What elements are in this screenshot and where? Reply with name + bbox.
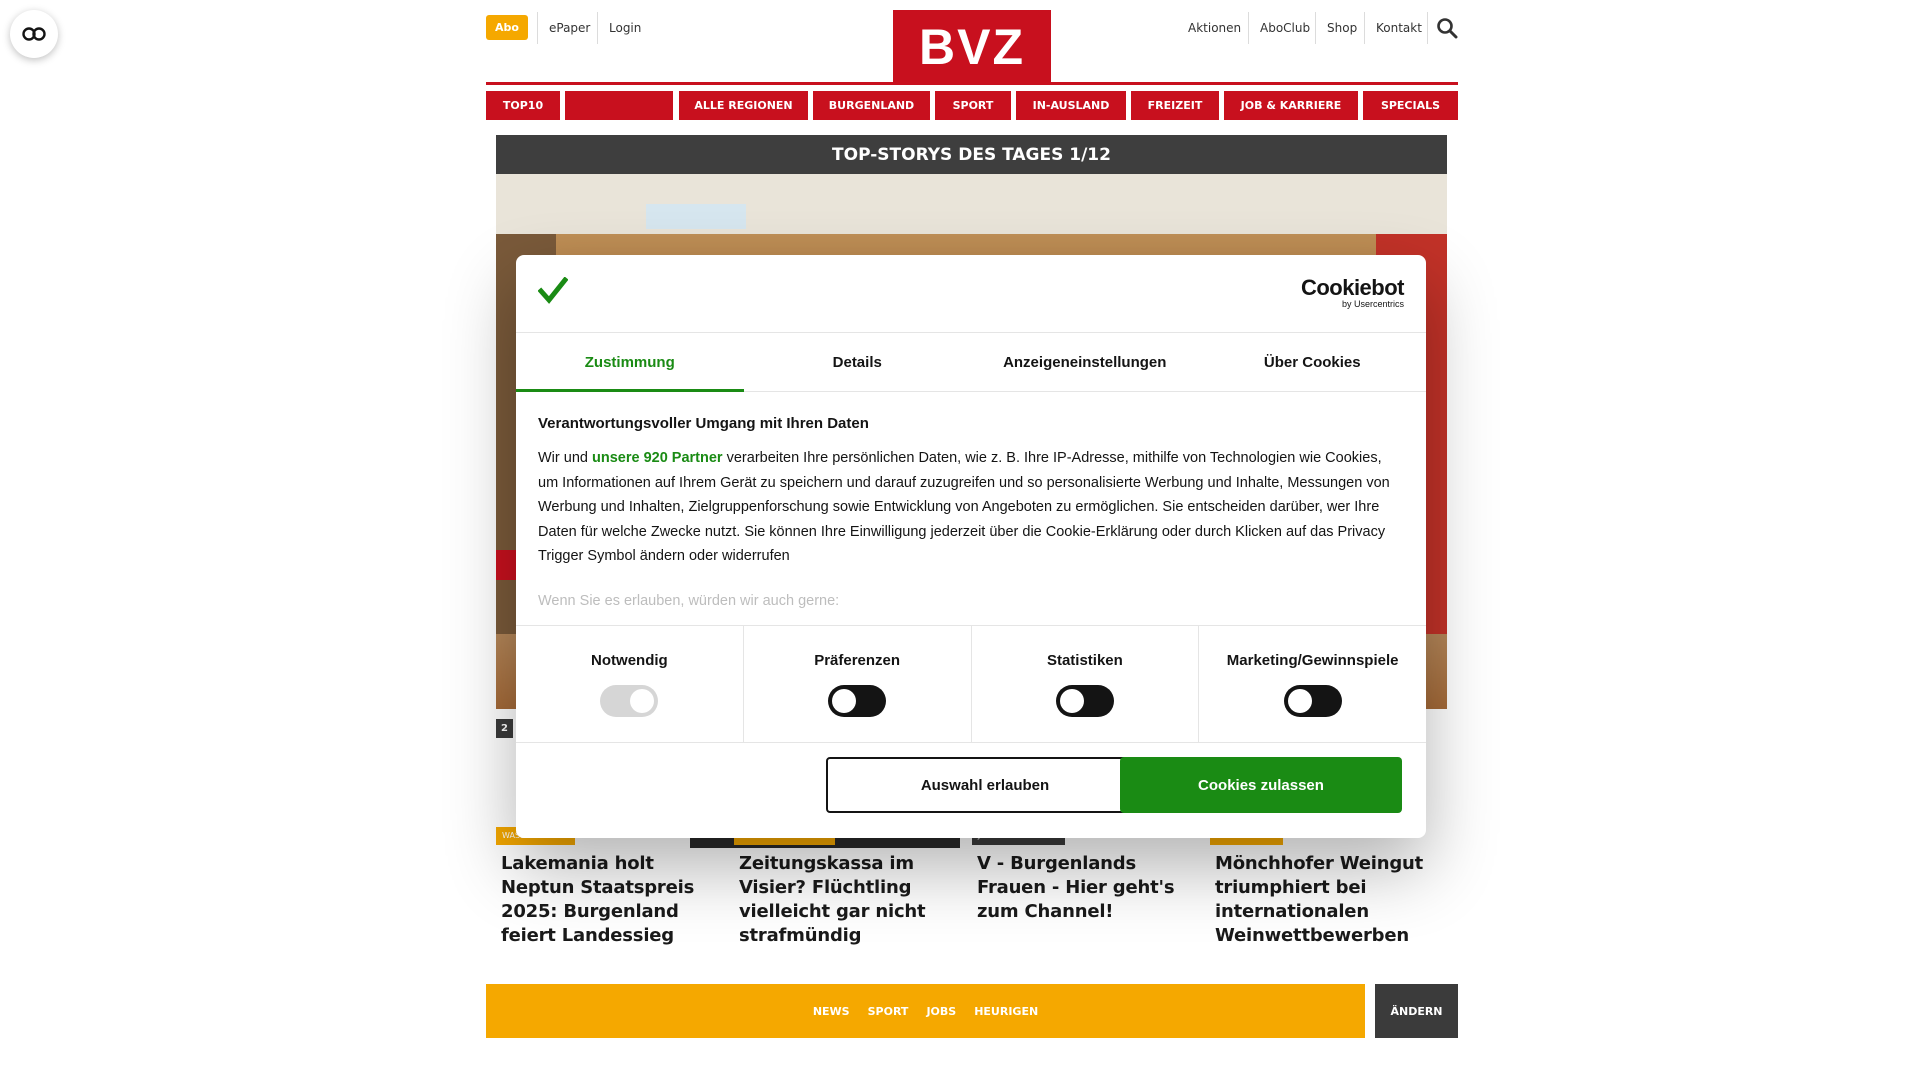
search-icon[interactable]	[1436, 17, 1458, 43]
header-separator	[1248, 12, 1249, 44]
cookie-consent-dialog: Cookiebot by Usercentrics Zustimmung Det…	[516, 255, 1426, 838]
teaser-title[interactable]: Lakemania holt Neptun Staatspreis 2025: …	[501, 852, 726, 948]
bvz-logo[interactable]: BVZ	[893, 10, 1051, 84]
login-link[interactable]: Login	[599, 12, 651, 44]
category-notwendig: Notwendig	[516, 626, 744, 742]
header-rule	[486, 82, 1458, 85]
region-link-news[interactable]: NEWS	[813, 1005, 850, 1018]
epaper-link[interactable]: ePaper	[539, 12, 600, 44]
consent-faded-text: Wenn Sie es erlauben, würden wir auch ge…	[538, 592, 840, 609]
nav-alle-regionen[interactable]: ALLE REGIONEN	[679, 91, 808, 120]
allow-selection-button[interactable]: Auswahl erlauben	[826, 757, 1144, 813]
category-praeferenzen: Präferenzen	[744, 626, 972, 742]
header-separator	[1315, 12, 1316, 44]
category-label: Notwendig	[591, 652, 668, 669]
consent-title: Verantwortungsvoller Umgang mit Ihren Da…	[538, 415, 869, 432]
aktionen-link[interactable]: Aktionen	[1178, 12, 1251, 44]
category-label: Präferenzen	[814, 652, 901, 669]
privacy-trigger-icon	[22, 27, 46, 41]
nav-sport[interactable]: SPORT	[935, 91, 1011, 120]
tab-details[interactable]: Details	[744, 333, 972, 391]
statistiken-toggle[interactable]	[1055, 685, 1114, 717]
praeferenzen-toggle[interactable]	[828, 685, 887, 717]
teaser-title[interactable]: Zeitungskassa im Visier? Flüchtling viel…	[739, 852, 964, 948]
nav-job-karriere[interactable]: JOB & KARRIERE	[1224, 91, 1358, 120]
header-separator	[537, 12, 538, 44]
consent-categories: Notwendig Präferenzen Statistiken Market…	[516, 625, 1426, 743]
region-link-sport[interactable]: SPORT	[868, 1005, 909, 1018]
category-marketing: Marketing/Gewinnspiele	[1199, 626, 1426, 742]
marketing-toggle[interactable]	[1283, 685, 1342, 717]
region-link-heurigen[interactable]: HEURIGEN	[974, 1005, 1038, 1018]
category-label: Marketing/Gewinnspiele	[1226, 652, 1399, 669]
cookiebot-logo[interactable]: Cookiebot by Usercentrics	[1300, 275, 1405, 310]
category-label: Statistiken	[1046, 652, 1123, 669]
privacy-trigger-button[interactable]	[10, 10, 58, 58]
kontakt-link[interactable]: Kontakt	[1366, 12, 1432, 44]
allow-all-cookies-button[interactable]: Cookies zulassen	[1120, 757, 1402, 813]
nav-empty-slot[interactable]	[565, 91, 673, 120]
tab-zustimmung[interactable]: Zustimmung	[516, 333, 744, 392]
header-separator	[1364, 12, 1365, 44]
consent-tabs: Zustimmung Details Anzeigeneinstellungen…	[516, 333, 1426, 392]
checkmark-icon	[537, 276, 569, 310]
cookiebot-brand-sub: by Usercentrics	[1341, 299, 1404, 309]
aboclub-link[interactable]: AboClub	[1250, 12, 1320, 44]
nav-burgenland[interactable]: BURGENLAND	[813, 91, 930, 120]
region-bar: NEWS SPORT JOBS HEURIGEN	[486, 984, 1365, 1038]
nav-freizeit[interactable]: FREIZEIT	[1131, 91, 1219, 120]
top-stories-banner: TOP-STORYS DES TAGES 1/12	[496, 135, 1447, 174]
change-region-button[interactable]: ÄNDERN	[1375, 984, 1458, 1038]
notwendig-toggle	[600, 685, 659, 717]
cookiebot-brand-name: Cookiebot	[1300, 275, 1405, 300]
teaser-title[interactable]: V - Burgenlands Frauen - Hier geht's zum…	[977, 852, 1202, 924]
consent-text: Wir und unsere 920 Partner verarbeiten I…	[538, 446, 1404, 569]
consent-body[interactable]: Verantwortungsvoller Umgang mit Ihren Da…	[538, 401, 1404, 627]
header-separator	[1427, 12, 1428, 44]
dialog-header: Cookiebot by Usercentrics	[516, 255, 1426, 333]
abo-button[interactable]: Abo	[486, 15, 528, 40]
nav-top10[interactable]: TOP10	[486, 91, 560, 120]
category-statistiken: Statistiken	[972, 626, 1200, 742]
region-link-jobs[interactable]: JOBS	[926, 1005, 956, 1018]
nav-in-ausland[interactable]: IN-AUSLAND	[1016, 91, 1126, 120]
partners-link[interactable]: unsere 920 Partner	[592, 450, 723, 466]
shop-link[interactable]: Shop	[1317, 12, 1367, 44]
slide-counter[interactable]: 2	[496, 719, 513, 738]
nav-specials[interactable]: SPECIALS	[1363, 91, 1458, 120]
consent-text-before: Wir und	[538, 450, 592, 466]
tab-anzeigeneinstellungen[interactable]: Anzeigeneinstellungen	[971, 333, 1199, 391]
teaser-title[interactable]: Mönchhofer Weingut triumphiert bei inter…	[1215, 852, 1440, 948]
header-separator	[597, 12, 598, 44]
consent-text-after: verarbeiten Ihre persönlichen Daten, wie…	[538, 450, 1390, 564]
tab-ueber-cookies[interactable]: Über Cookies	[1199, 333, 1427, 391]
